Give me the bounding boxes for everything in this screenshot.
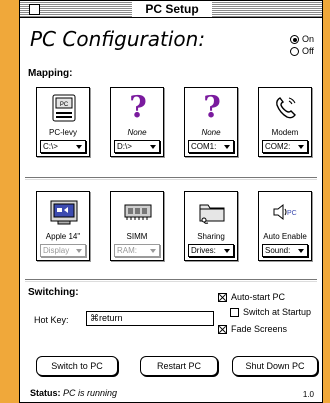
page-title: PC Configuration: [30, 27, 206, 51]
fade-screens-checkbox[interactable]: Fade Screens [218, 324, 287, 334]
memory-device: SIMM RAM: [110, 191, 164, 261]
drive-c-slot: PC PC-levy C:\> [36, 87, 90, 157]
memory-label: SIMM [126, 232, 148, 241]
divider [25, 179, 317, 180]
mapping-label: Mapping: [28, 68, 73, 79]
power-off-radio[interactable]: Off [290, 46, 314, 57]
drive-c-label: PC-levy [48, 128, 77, 137]
question-mark-icon: ? [203, 90, 221, 125]
display-label: Apple 14" [45, 232, 81, 241]
chevron-down-icon [298, 249, 304, 253]
telephone-icon [272, 94, 300, 122]
speaker-icon: PC [272, 198, 300, 226]
power-off-label: Off [302, 46, 314, 56]
hotkey-label: Hot Key: [34, 315, 69, 325]
status-line: Status: PC is running [30, 388, 117, 398]
checkbox-checked [218, 292, 227, 302]
checkbox-unchecked [230, 307, 239, 317]
switching-label: Switching: [28, 287, 79, 298]
drive-c-select[interactable]: C:\> [40, 140, 86, 153]
sharing-device: Sharing Drives: [184, 191, 238, 261]
auto-start-checkbox[interactable]: Auto-start PC [218, 292, 285, 302]
sound-label: Auto Enable [263, 232, 307, 241]
window-title: PC Setup [132, 1, 212, 17]
sharing-select[interactable]: Drives: [188, 244, 234, 257]
memory-chip-icon [124, 198, 152, 226]
question-mark-icon: ? [129, 90, 147, 125]
chevron-down-icon [224, 249, 230, 253]
fade-screens-label: Fade Screens [231, 324, 288, 334]
switch-at-startup-checkbox[interactable]: Switch at Startup [230, 307, 311, 317]
hotkey-field[interactable]: ⌘return [86, 311, 214, 326]
chevron-down-icon [224, 145, 230, 149]
sound-select[interactable]: Sound: [262, 244, 308, 257]
com1-label: None [201, 128, 221, 137]
display-device: Apple 14" Display [36, 191, 90, 261]
com1-select[interactable]: COM1: [188, 140, 234, 153]
display-select[interactable]: Display [40, 244, 86, 257]
checkbox-checked [218, 324, 227, 334]
drive-d-label: None [127, 128, 147, 137]
close-box[interactable] [29, 4, 40, 15]
sharing-label: Sharing [197, 232, 225, 241]
restart-pc-button[interactable]: Restart PC [140, 356, 218, 376]
speaker-icon-text: PC [287, 210, 297, 217]
switch-to-pc-button[interactable]: Switch to PC [36, 356, 118, 376]
title-bar[interactable]: PC Setup [20, 1, 322, 18]
drive-d-select[interactable]: D:\> [114, 140, 160, 153]
com2-label: Modem [271, 128, 299, 137]
status-value: PC is running [63, 388, 118, 398]
radio-dot [290, 47, 299, 56]
folder-icon [198, 198, 226, 226]
divider [25, 177, 317, 178]
status-label: Status: [30, 388, 61, 398]
com2-slot: Modem COM2: [258, 87, 312, 157]
svg-text:PC: PC [60, 102, 69, 108]
power-on-label: On [302, 34, 315, 44]
shut-down-pc-button[interactable]: Shut Down PC [232, 356, 318, 376]
switch-at-startup-label: Switch at Startup [243, 307, 312, 317]
monitor-icon [50, 198, 78, 226]
power-on-radio[interactable]: On [290, 34, 314, 45]
sound-device: PC Auto Enable Sound: [258, 191, 312, 261]
memory-select[interactable]: RAM: [114, 244, 160, 257]
chevron-down-icon [150, 249, 156, 253]
radio-dot-selected [290, 35, 299, 44]
chevron-down-icon [76, 145, 82, 149]
com1-slot: ? None COM1: [184, 87, 238, 157]
divider [25, 281, 317, 282]
chevron-down-icon [76, 249, 82, 253]
version-number: 1.0 [302, 390, 314, 399]
pc-setup-window: PC Setup PC Configuration: On Off Mappin… [19, 0, 323, 403]
drive-d-slot: ? None D:\> [110, 87, 164, 157]
chevron-down-icon [298, 145, 304, 149]
pc-drive-icon: PC [50, 94, 78, 122]
com2-select[interactable]: COM2: [262, 140, 308, 153]
auto-start-label: Auto-start PC [231, 292, 286, 302]
chevron-down-icon [150, 145, 156, 149]
divider [25, 279, 317, 280]
